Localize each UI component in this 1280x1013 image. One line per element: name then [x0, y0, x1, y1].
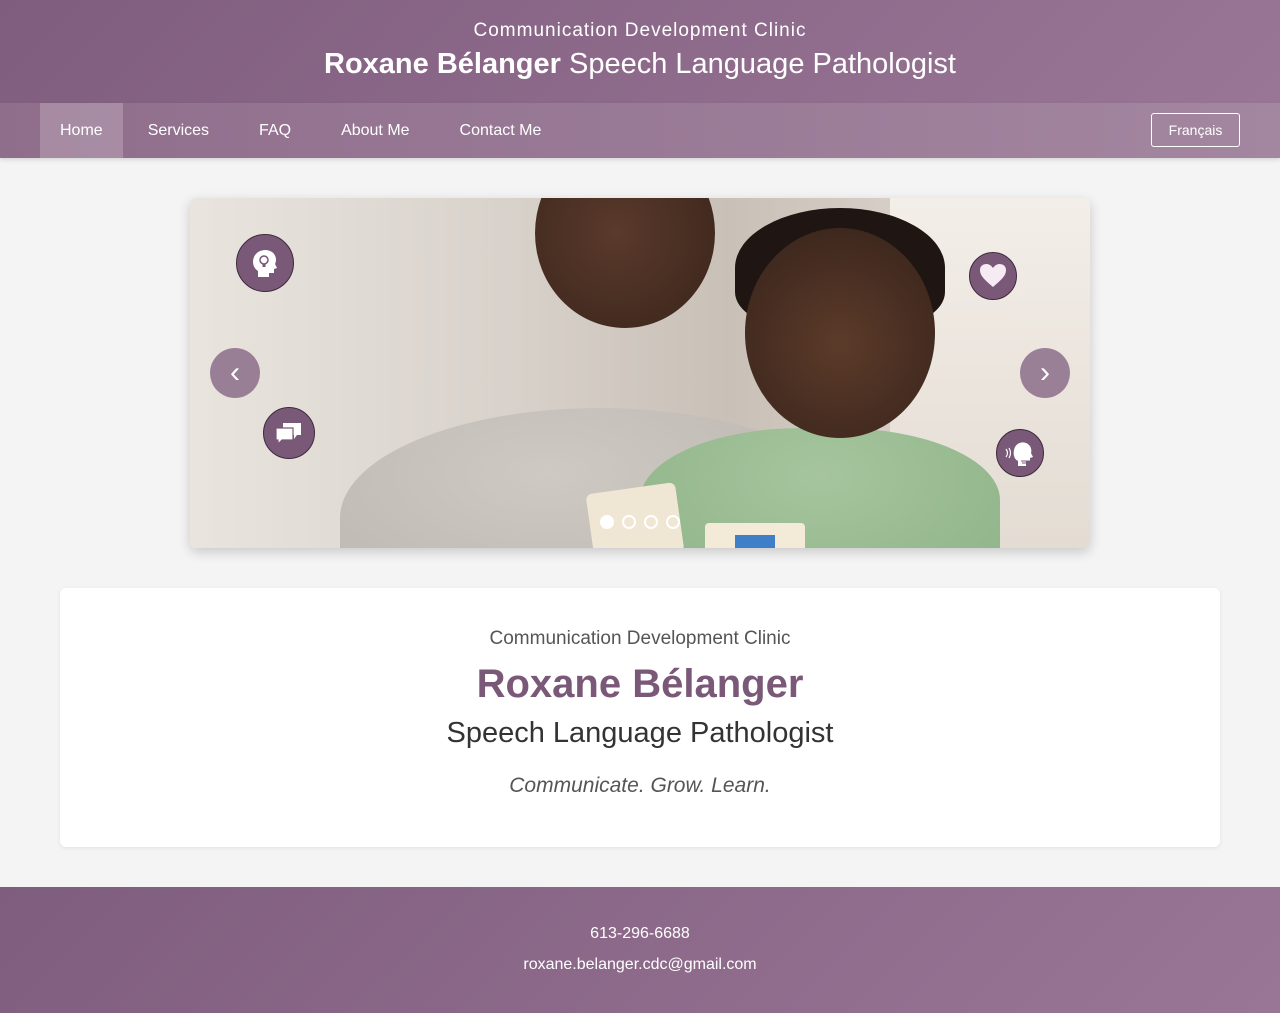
slide-photo-woman-head [535, 198, 715, 328]
slide-photo-child [640, 428, 1000, 548]
nav-item-home[interactable]: Home [40, 103, 123, 158]
carousel-dot-1[interactable] [600, 515, 614, 529]
main-nav: Home Services FAQ About Me Contact Me Fr… [0, 103, 1280, 158]
speaking-head-icon [996, 429, 1044, 477]
nav-list: Home Services FAQ About Me Contact Me [40, 103, 1280, 158]
footer-phone[interactable]: 613-296-6688 [0, 925, 1280, 943]
header-title: Roxane Bélanger Speech Language Patholog… [0, 48, 1280, 81]
intro-name-heading: Roxane Bélanger [476, 662, 804, 706]
site-footer: 613-296-6688 roxane.belanger.cdc@gmail.c… [0, 887, 1280, 1013]
header-title-name: Roxane Bélanger [324, 48, 561, 80]
head-lightbulb-icon [236, 234, 294, 292]
nav-item-contact-me[interactable]: Contact Me [435, 103, 567, 158]
header-title-role: Speech Language Pathologist [569, 48, 956, 80]
intro-card: Communication Development Clinic Roxane … [60, 588, 1220, 847]
nav-item-services[interactable]: Services [123, 103, 234, 158]
carousel-dot-3[interactable] [644, 515, 658, 529]
nav-item-faq[interactable]: FAQ [234, 103, 316, 158]
carousel-dot-2[interactable] [622, 515, 636, 529]
footer-email[interactable]: roxane.belanger.cdc@gmail.com [0, 956, 1280, 974]
carousel-prev-button[interactable]: ‹ [210, 348, 260, 398]
carousel-dot-4[interactable] [666, 515, 680, 529]
carousel-indicators [600, 515, 680, 529]
heart-icon [969, 252, 1017, 300]
header-clinic-name: Communication Development Clinic [473, 20, 807, 41]
hero-carousel: ‹ › [190, 198, 1090, 548]
intro-tagline: Communicate. Grow. Learn. [509, 774, 771, 797]
intro-role: Speech Language Pathologist [446, 717, 834, 749]
slide-photo-child-head [745, 228, 935, 438]
carousel-next-button[interactable]: › [1020, 348, 1070, 398]
intro-clinic-name: Communication Development Clinic [489, 628, 791, 649]
site-header: Communication Development Clinic Roxane … [0, 0, 1280, 103]
slide-photo-toy-block [705, 523, 805, 548]
language-toggle-button[interactable]: Français [1151, 113, 1240, 147]
nav-item-about-me[interactable]: About Me [316, 103, 434, 158]
speech-bubbles-icon [263, 407, 315, 459]
